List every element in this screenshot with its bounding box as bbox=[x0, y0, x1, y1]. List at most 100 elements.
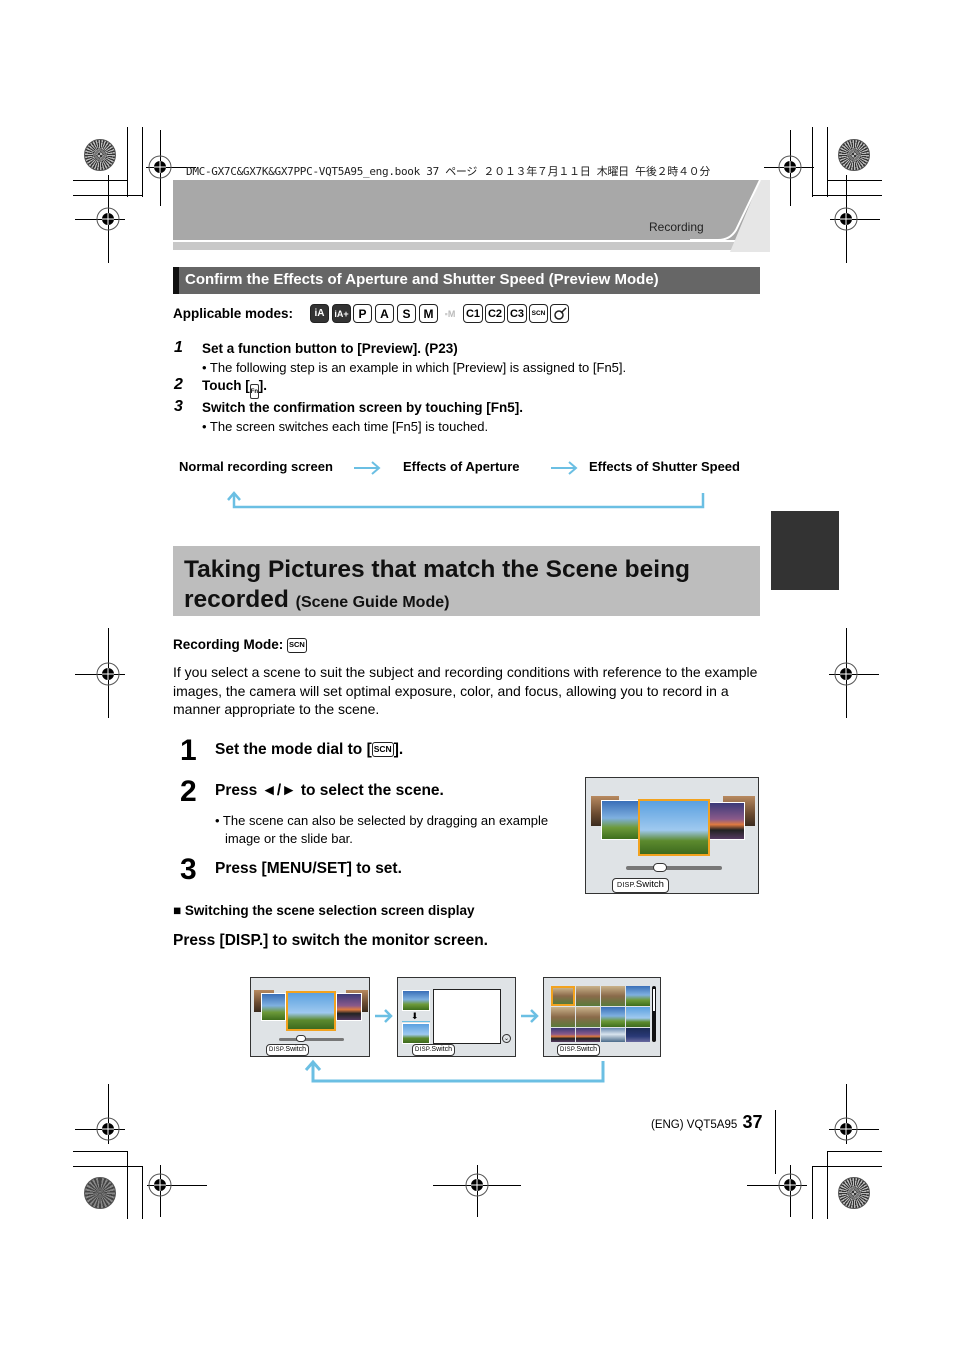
crop-line bbox=[812, 127, 813, 197]
step-note: • The following step is an example in wh… bbox=[202, 360, 627, 375]
slide-bar-knob[interactable] bbox=[652, 863, 667, 872]
example-image bbox=[261, 993, 286, 1021]
grid-scrollbar bbox=[652, 986, 656, 1042]
step-text: Set a function button to [Preview]. (P23… bbox=[202, 341, 458, 356]
example-image bbox=[576, 1007, 600, 1027]
color-rosette-icon bbox=[838, 139, 870, 171]
step-note: • The scene can also be selected by drag… bbox=[215, 813, 549, 828]
scene-carousel-screen: DISP.Switch bbox=[585, 777, 759, 894]
registration-target-icon bbox=[95, 1116, 121, 1142]
step-note: • The screen switches each time [Fn5] is… bbox=[202, 419, 489, 434]
crop-line bbox=[127, 1151, 128, 1219]
example-image bbox=[336, 993, 362, 1021]
footer-rule bbox=[775, 1110, 776, 1174]
creative-video-icon: ▪ M bbox=[440, 304, 460, 323]
custom-2-icon: C2 bbox=[485, 304, 505, 323]
header-curve-decoration bbox=[690, 179, 770, 252]
example-image bbox=[551, 986, 575, 1006]
registration-target-icon bbox=[777, 1172, 803, 1198]
page-number: 37 bbox=[742, 1112, 763, 1132]
scene-slide-bar[interactable] bbox=[626, 866, 722, 870]
arrow-right-icon bbox=[375, 1009, 393, 1023]
chapter-side-tab bbox=[771, 511, 839, 590]
intelligent-auto-plus-icon: iA+ bbox=[332, 304, 351, 323]
crop-line bbox=[812, 1166, 813, 1219]
slide-bar-knob bbox=[296, 1035, 306, 1042]
arrow-down-icon: ⬇ bbox=[411, 1011, 419, 1021]
page-footer: (ENG) VQT5A95 37 bbox=[651, 1112, 763, 1133]
step-number: 2 bbox=[174, 376, 183, 393]
section-heading-bar: Confirm the Effects of Aperture and Shut… bbox=[173, 267, 760, 294]
scrollbar-thumb bbox=[653, 989, 655, 1011]
section-title: Taking Pictures that match the Scene bei… bbox=[184, 556, 690, 613]
crop-line bbox=[827, 1151, 828, 1219]
list-view-screen: ⬇ ⌄ DISP.Switch bbox=[397, 977, 516, 1057]
registration-target-icon bbox=[833, 1116, 859, 1142]
crop-line bbox=[827, 1151, 882, 1152]
example-image bbox=[576, 986, 600, 1006]
crop-line bbox=[73, 180, 128, 181]
crop-line bbox=[827, 180, 882, 181]
step-text: Touch [Fn]. bbox=[202, 378, 267, 399]
color-rosette-icon bbox=[84, 1177, 116, 1209]
step-note: image or the slide bar. bbox=[225, 831, 353, 846]
step-number: 2 bbox=[180, 775, 197, 808]
step-text: Press ◄/► to select the scene. bbox=[215, 782, 444, 799]
fn-touch-icon: Fn bbox=[249, 384, 259, 399]
program-mode-icon: P bbox=[353, 304, 372, 323]
step-text: Set the mode dial to [SCN]. bbox=[215, 741, 404, 758]
example-image bbox=[402, 990, 430, 1011]
example-image bbox=[626, 1007, 650, 1027]
print-file-info: DMC-GX7C&GX7K&GX7PPC-VQT5A95_eng.book 37… bbox=[186, 165, 711, 178]
registration-target-icon bbox=[777, 154, 803, 180]
loop-back-arrow-icon bbox=[304, 1059, 605, 1083]
disp-switch-button[interactable]: DISP.Switch bbox=[612, 878, 669, 893]
example-image bbox=[576, 1028, 600, 1042]
disp-switch-button: DISP.Switch bbox=[266, 1044, 310, 1056]
disp-switch-button: DISP.Switch bbox=[412, 1044, 456, 1056]
example-image[interactable] bbox=[709, 802, 745, 840]
intro-paragraph: If you select a scene to suit the subjec… bbox=[173, 664, 758, 717]
step-text: Press [MENU/SET] to set. bbox=[215, 860, 402, 877]
crop-line bbox=[73, 1151, 128, 1152]
example-image bbox=[626, 986, 650, 1006]
creative-control-icon bbox=[550, 304, 569, 323]
example-image bbox=[402, 1023, 430, 1044]
example-image bbox=[601, 1007, 625, 1027]
flow-step-normal: Normal recording screen bbox=[179, 459, 333, 474]
example-image bbox=[551, 1007, 575, 1027]
thumbnail-grid-screen: DISP.Switch bbox=[543, 977, 661, 1057]
section-heading: Confirm the Effects of Aperture and Shut… bbox=[185, 271, 659, 288]
switch-instruction: Press [DISP.] to switch the monitor scre… bbox=[173, 932, 488, 949]
step-number: 1 bbox=[174, 339, 183, 356]
example-image[interactable] bbox=[601, 800, 641, 840]
scene-guide-icon: SCN bbox=[287, 637, 307, 653]
scroll-down-icon: ⌄ bbox=[502, 1034, 511, 1043]
example-image bbox=[626, 1028, 650, 1042]
color-rosette-icon bbox=[838, 1177, 870, 1209]
loop-back-arrow-icon bbox=[227, 491, 705, 509]
registration-target-icon bbox=[464, 1172, 490, 1198]
scene-slide-bar bbox=[279, 1038, 344, 1041]
crop-line bbox=[142, 127, 143, 197]
crop-line bbox=[142, 1166, 143, 1219]
example-image bbox=[601, 1028, 625, 1042]
color-rosette-icon bbox=[84, 139, 116, 171]
carousel-view-screen: DISP.Switch bbox=[250, 977, 370, 1057]
crop-line bbox=[127, 127, 128, 197]
arrow-right-icon bbox=[354, 461, 381, 475]
crop-line bbox=[812, 1166, 882, 1167]
example-image bbox=[551, 1028, 575, 1042]
crop-line bbox=[73, 1166, 143, 1167]
disp-switch-button: DISP.Switch bbox=[557, 1044, 601, 1056]
recording-mode-line: Recording Mode: SCN bbox=[173, 637, 307, 653]
selected-example-image[interactable] bbox=[638, 799, 710, 856]
crop-line bbox=[827, 127, 828, 197]
description-panel bbox=[433, 989, 501, 1044]
divider bbox=[402, 1021, 430, 1022]
header-band-lower bbox=[173, 242, 760, 250]
section-tag: Recording bbox=[649, 220, 704, 234]
intelligent-auto-icon: iA bbox=[310, 304, 329, 323]
manual-code: (ENG) VQT5A95 bbox=[651, 1119, 738, 1131]
shutter-priority-icon: S bbox=[397, 304, 416, 323]
